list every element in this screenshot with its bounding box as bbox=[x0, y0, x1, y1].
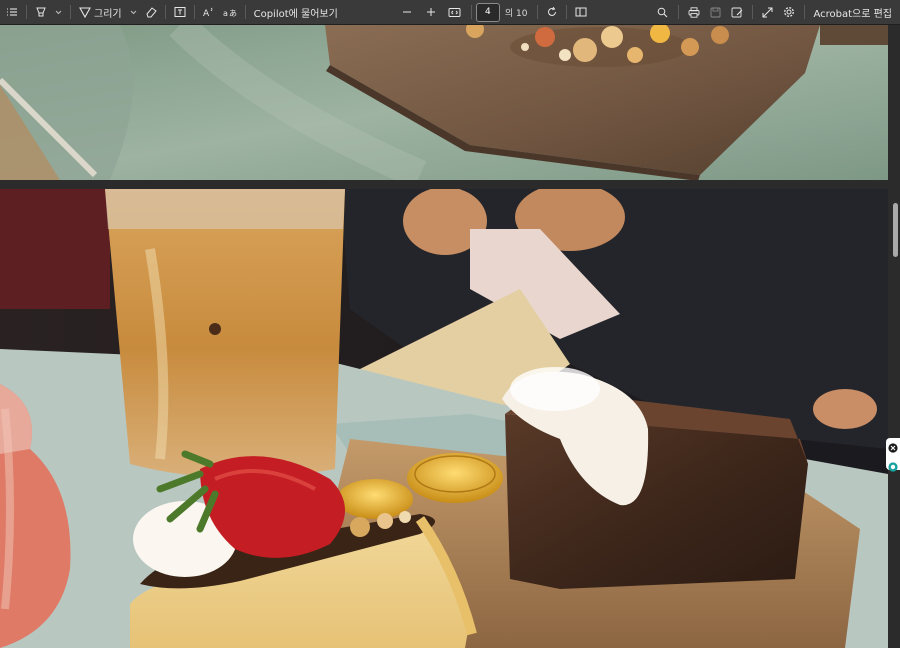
page-view-button[interactable] bbox=[571, 0, 591, 24]
zoom-in-button[interactable] bbox=[420, 0, 442, 24]
chevron-down-icon bbox=[130, 10, 137, 15]
save-as-button[interactable] bbox=[726, 0, 748, 24]
highlight-button[interactable] bbox=[31, 0, 51, 24]
toolbar-divider bbox=[752, 5, 754, 19]
toolbar-divider bbox=[244, 5, 246, 19]
toolbar-divider bbox=[678, 5, 680, 19]
contents-icon bbox=[6, 6, 18, 18]
toolbar-divider bbox=[804, 5, 806, 19]
svg-text:あ: あ bbox=[229, 9, 237, 18]
pdf-page-previous bbox=[0, 25, 888, 180]
zoom-out-button[interactable] bbox=[394, 0, 420, 24]
toolbar-divider bbox=[566, 5, 568, 19]
eraser-button[interactable] bbox=[141, 0, 161, 24]
highlight-icon bbox=[35, 6, 47, 18]
svg-text:a: a bbox=[223, 9, 228, 18]
eraser-icon bbox=[145, 6, 157, 18]
acrobat-edit-button[interactable]: Acrobat으로 편집 bbox=[809, 0, 900, 24]
svg-text:A: A bbox=[203, 9, 210, 18]
print-button[interactable] bbox=[683, 0, 705, 24]
copilot-button[interactable]: Copilot에 물어보기 bbox=[250, 0, 342, 24]
zoom-out-icon bbox=[402, 7, 412, 17]
toolbar-divider bbox=[164, 5, 166, 19]
text-box-icon bbox=[174, 6, 186, 18]
read-aloud-button[interactable]: A bbox=[199, 0, 219, 24]
draw-icon bbox=[79, 6, 91, 18]
fit-page-icon bbox=[448, 7, 461, 18]
acrobat-edit-label: Acrobat으로 편집 bbox=[813, 8, 892, 20]
translate-button[interactable]: aあ bbox=[219, 0, 241, 24]
save-icon bbox=[710, 7, 721, 18]
print-icon bbox=[688, 6, 700, 18]
text-box-button[interactable] bbox=[170, 0, 190, 24]
toolbar-divider bbox=[70, 5, 71, 19]
save-as-icon bbox=[731, 7, 743, 18]
save-button[interactable] bbox=[705, 0, 726, 24]
page-total-label: 의 10 bbox=[504, 8, 528, 19]
draw-button[interactable]: 그리기 bbox=[75, 0, 126, 24]
search-button[interactable] bbox=[651, 0, 674, 24]
vertical-scrollbar[interactable] bbox=[889, 25, 900, 648]
toolbar-divider bbox=[470, 5, 472, 19]
gear-icon bbox=[783, 6, 795, 18]
contents-button[interactable] bbox=[2, 0, 22, 24]
pdf-toolbar: 그리기 A aあ Copilot에 물어보기 4 의 10 Acrobat으로 … bbox=[0, 0, 900, 25]
page-image-cutting-board bbox=[0, 25, 888, 180]
rotate-icon bbox=[546, 6, 558, 18]
toolbar-divider bbox=[537, 5, 539, 19]
draw-label: 그리기 bbox=[94, 8, 122, 20]
settings-button[interactable] bbox=[778, 0, 800, 24]
pdf-page-current bbox=[0, 189, 888, 648]
fullscreen-button[interactable] bbox=[757, 0, 778, 24]
rotate-button[interactable] bbox=[542, 0, 562, 24]
toolbar-divider bbox=[26, 5, 27, 19]
document-viewer[interactable] bbox=[0, 25, 900, 648]
copilot-label: Copilot에 물어보기 bbox=[253, 8, 338, 20]
draw-dropdown[interactable] bbox=[126, 0, 141, 24]
zoom-in-icon bbox=[426, 7, 436, 17]
highlight-dropdown[interactable] bbox=[51, 0, 66, 24]
copilot-badge-icon[interactable] bbox=[888, 457, 898, 476]
translate-icon: aあ bbox=[223, 6, 237, 18]
close-badge-icon[interactable] bbox=[888, 438, 898, 457]
page-image-desserts bbox=[0, 189, 888, 648]
toolbar-divider bbox=[193, 5, 195, 19]
side-panel-badges[interactable] bbox=[886, 438, 900, 472]
chevron-down-icon bbox=[55, 10, 62, 15]
fullscreen-icon bbox=[762, 7, 773, 18]
page-number-input[interactable]: 4 bbox=[475, 2, 500, 22]
scrollbar-thumb[interactable] bbox=[893, 203, 898, 257]
page-view-icon bbox=[575, 6, 587, 18]
search-icon bbox=[657, 7, 668, 18]
fit-page-button[interactable] bbox=[442, 0, 467, 24]
read-aloud-icon: A bbox=[203, 6, 215, 18]
